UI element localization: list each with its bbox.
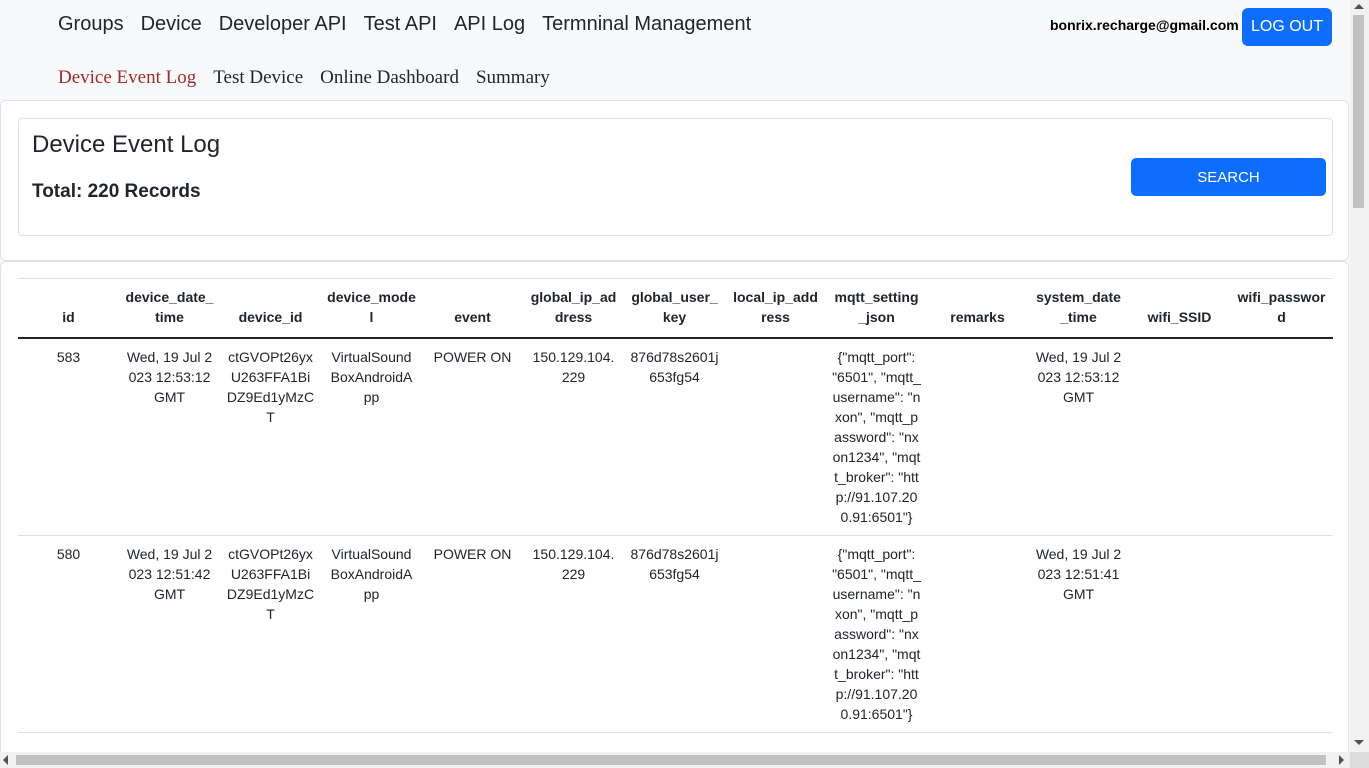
search-button[interactable]: SEARCH (1131, 158, 1326, 196)
cell-global-ip: 150.129.104.229 (523, 338, 624, 536)
cell-local-ip (725, 535, 826, 733)
nav-device-event-log[interactable]: Device Event Log (58, 66, 196, 90)
cell-device-id: ctGVOPt26yxU263FFA1BiDZ9Ed1yMzCT (220, 338, 321, 536)
column-header: remarks (927, 278, 1028, 339)
total-records: Total: 220 Records (32, 181, 201, 202)
column-header: id (18, 278, 119, 339)
vertical-scroll-thumb[interactable] (1353, 15, 1364, 208)
table-header-row: id device_date_time device_id device_mod… (18, 278, 1333, 339)
scroll-right-icon[interactable] (1339, 755, 1344, 765)
column-header: event (422, 278, 523, 339)
nav-developer-api[interactable]: Developer API (219, 12, 347, 36)
column-header: global_user_key (624, 278, 725, 339)
cell-device-date-time: Wed, 19 Jul 2023 12:53:12 GMT (119, 338, 220, 536)
nav-summary[interactable]: Summary (476, 66, 550, 90)
nav-test-api[interactable]: Test API (364, 12, 437, 36)
cell-wifi-ssid (1129, 535, 1230, 733)
column-header: device_id (220, 278, 321, 339)
page-title: Device Event Log (32, 131, 221, 158)
sub-menu: Device Event Log Test Device Online Dash… (58, 66, 567, 90)
cell-event: POWER ON (422, 338, 523, 536)
event-log-table: id device_date_time device_id device_mod… (18, 278, 1333, 733)
column-header: device_model (321, 278, 422, 339)
column-header: wifi_password (1230, 278, 1333, 339)
scroll-left-icon[interactable] (3, 755, 8, 765)
cell-system-date-time: Wed, 19 Jul 2023 12:51:41 GMT (1028, 535, 1129, 733)
table-row: 583 Wed, 19 Jul 2023 12:53:12 GMT ctGVOP… (18, 338, 1333, 536)
cell-mqtt-json: {"mqtt_port": "6501", "mqtt_username": "… (826, 338, 927, 536)
cell-wifi-password (1230, 338, 1333, 536)
cell-system-date-time: Wed, 19 Jul 2023 12:53:12 GMT (1028, 338, 1129, 536)
main-menu: Groups Device Developer API Test API API… (58, 12, 768, 36)
table-row: 580 Wed, 19 Jul 2023 12:51:42 GMT ctGVOP… (18, 535, 1333, 733)
nav-device[interactable]: Device (141, 12, 202, 36)
column-header: device_date_time (119, 278, 220, 339)
cell-local-ip (725, 338, 826, 536)
cell-remarks (927, 338, 1028, 536)
column-header: wifi_SSID (1129, 278, 1230, 339)
top-navbar: Groups Device Developer API Test API API… (0, 0, 1350, 52)
cell-wifi-ssid (1129, 338, 1230, 536)
header-card-inner: Device Event Log Total: 220 Records SEAR… (18, 118, 1333, 236)
cell-wifi-password (1230, 535, 1333, 733)
scrollbar-corner (1350, 752, 1369, 768)
cell-remarks (927, 535, 1028, 733)
cell-device-id: ctGVOPt26yxU263FFA1BiDZ9Ed1yMzCT (220, 535, 321, 733)
column-header: system_date_time (1028, 278, 1129, 339)
cell-event: POWER ON (422, 535, 523, 733)
vertical-scrollbar[interactable] (1350, 0, 1369, 752)
nav-api-log[interactable]: API Log (454, 12, 525, 36)
cell-mqtt-json: {"mqtt_port": "6501", "mqtt_username": "… (826, 535, 927, 733)
nav-groups[interactable]: Groups (58, 12, 124, 36)
cell-device-model: VirtualSoundBoxAndroidApp (321, 535, 422, 733)
scroll-down-icon[interactable] (1354, 740, 1364, 745)
cell-global-user-key: 876d78s2601j653fg54 (624, 338, 725, 536)
table-card: id device_date_time device_id device_mod… (0, 261, 1349, 761)
column-header: mqtt_setting_json (826, 278, 927, 339)
logout-button[interactable]: LOG OUT (1242, 8, 1332, 46)
nav-online-dashboard[interactable]: Online Dashboard (320, 66, 459, 90)
scroll-up-icon[interactable] (1354, 4, 1364, 9)
column-header: global_ip_address (523, 278, 624, 339)
horizontal-scrollbar[interactable] (0, 752, 1350, 768)
cell-device-model: VirtualSoundBoxAndroidApp (321, 338, 422, 536)
nav-terminal-management[interactable]: Termninal Management (542, 12, 751, 36)
nav-test-device[interactable]: Test Device (213, 66, 303, 90)
cell-id: 580 (18, 535, 119, 733)
cell-global-ip: 150.129.104.229 (523, 535, 624, 733)
horizontal-scroll-thumb[interactable] (16, 755, 1326, 765)
header-card: Device Event Log Total: 220 Records SEAR… (0, 100, 1349, 261)
user-email: bonrix.recharge@gmail.com (1050, 17, 1239, 33)
cell-id: 583 (18, 338, 119, 536)
column-header: local_ip_address (725, 278, 826, 339)
cell-device-date-time: Wed, 19 Jul 2023 12:51:42 GMT (119, 535, 220, 733)
cell-global-user-key: 876d78s2601j653fg54 (624, 535, 725, 733)
